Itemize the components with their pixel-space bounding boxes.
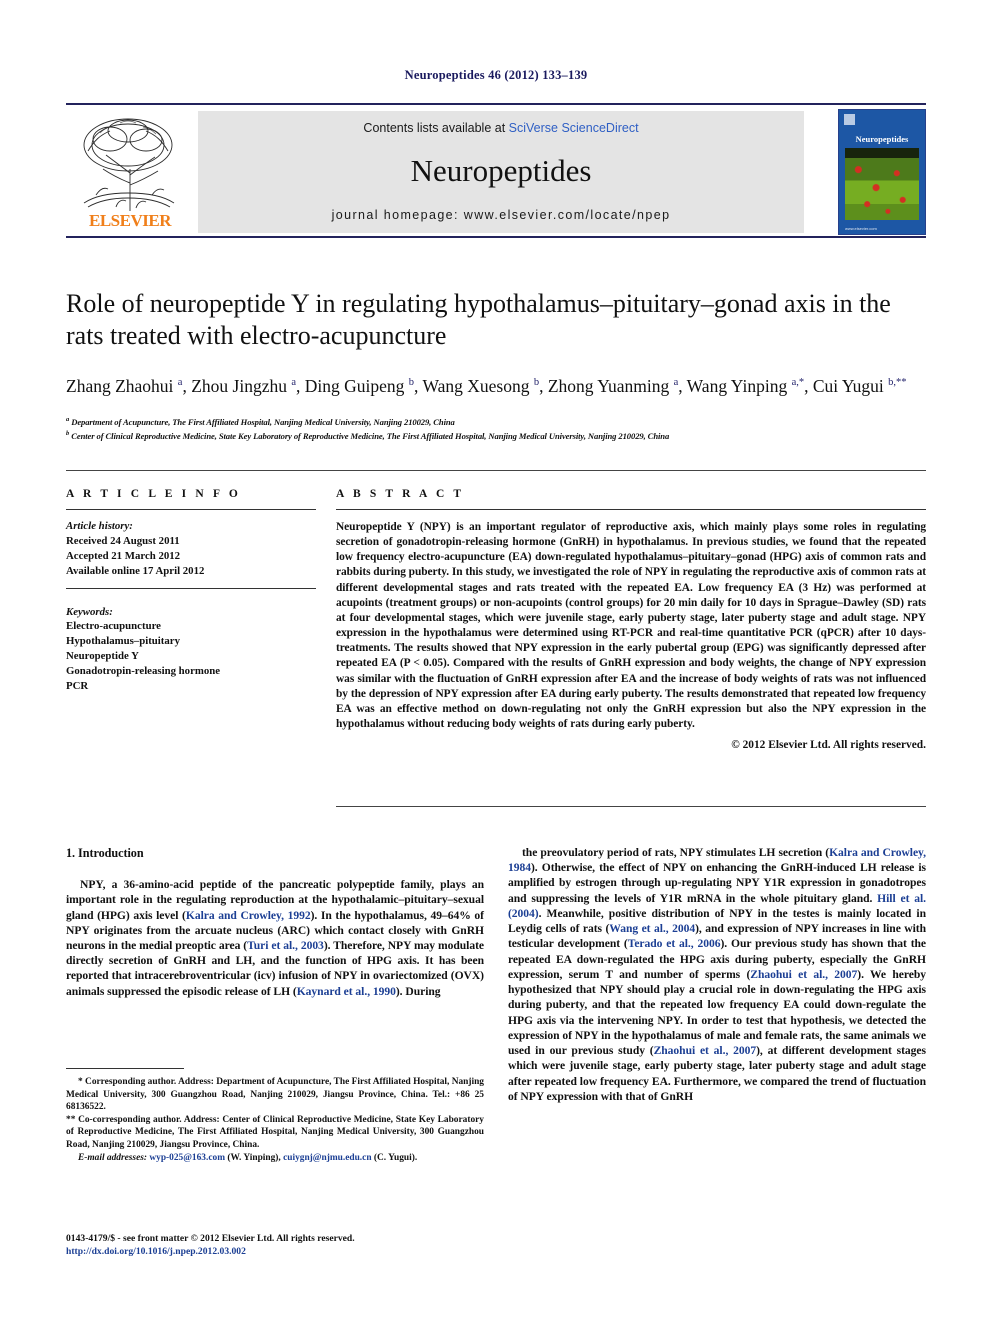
article-history-block: Article history: Received 24 August 2011… [66, 519, 316, 579]
abstract-text: Neuropeptide Y (NPY) is an important reg… [336, 521, 926, 731]
affiliation-a: a Department of Acupuncture, The First A… [66, 416, 455, 427]
footnote-block: * Corresponding author. Address: Departm… [66, 1068, 484, 1164]
abstract-copyright: © 2012 Elsevier Ltd. All rights reserved… [731, 739, 926, 752]
issn-line: 0143-4179/$ - see front matter © 2012 El… [66, 1233, 355, 1244]
elsevier-wordmark: ELSEVIER [89, 211, 171, 230]
body-column-left: 1. Introduction NPY, a 36-amino-acid pep… [66, 845, 484, 999]
abstract-column: A B S T R A C T Neuropeptide Y (NPY) is … [336, 488, 926, 751]
abstract-bottom-divider [336, 806, 926, 807]
received-date: Received 24 August 2011 [66, 534, 180, 547]
doi-link[interactable]: http://dx.doi.org/10.1016/j.npep.2012.03… [66, 1245, 496, 1258]
running-head: Neuropeptides 46 (2012) 133–139 [404, 68, 588, 82]
abstract-divider [336, 509, 926, 510]
footnote-corresponding-author: * Corresponding author. Address: Departm… [66, 1077, 484, 1113]
abstract-heading: A B S T R A C T [336, 488, 465, 500]
footnote-emails: E-mail addresses: wyp-025@163.com (W. Yi… [78, 1152, 418, 1163]
article-info-heading: A R T I C L E I N F O [66, 488, 241, 500]
header-divider [66, 470, 926, 471]
accepted-date: Accepted 21 March 2012 [66, 549, 181, 562]
keywords-block: Keywords: Electro-acupuncture Hypothalam… [66, 605, 316, 694]
affiliation-b: b Center of Clinical Reproductive Medici… [66, 430, 670, 441]
intro-paragraph-right: the preovulatory period of rats, NPY sti… [508, 846, 926, 1103]
email-link-primary[interactable]: wyp-025@163.com [149, 1153, 225, 1163]
contents-prefix: Contents lists available at [363, 121, 509, 135]
email-addresses-label: E-mail addresses: [78, 1152, 148, 1163]
sciencedirect-link[interactable]: SciVerse ScienceDirect [509, 121, 639, 135]
keyword-item: PCR [66, 680, 89, 693]
keyword-item: Neuropeptide Y [66, 650, 139, 663]
journal-masthead: ELSEVIER Contents lists available at Sci… [66, 103, 926, 238]
article-info-divider [66, 509, 316, 510]
cover-journal-name: Neuropeptides [855, 134, 909, 144]
section-heading-introduction: 1. Introduction [66, 846, 144, 860]
email-link-secondary[interactable]: cuiygnj@njmu.edu.cn [283, 1153, 371, 1163]
article-history-label: Article history: [66, 520, 133, 532]
journal-homepage-link[interactable]: journal homepage: www.elsevier.com/locat… [198, 208, 804, 222]
body-column-right: the preovulatory period of rats, NPY sti… [508, 845, 926, 1104]
journal-cover-thumbnail: Neuropeptides www.elsevier.com [838, 109, 926, 235]
email-owner-primary: (W. Yinping) [227, 1152, 279, 1163]
journal-band: Contents lists available at SciVerse Sci… [198, 111, 804, 233]
keyword-item: Gonadotropin-releasing hormone [66, 665, 221, 678]
cover-micrograph-image [845, 148, 919, 220]
keyword-item: Hypothalamus–pituitary [66, 635, 180, 648]
article-page: Neuropeptides 46 (2012) 133–139 ELSEVIER… [0, 0, 992, 1323]
footnote-cocorresponding-author: ** Co-corresponding author. Address: Cen… [66, 1114, 484, 1150]
footer-imprint: 0143-4179/$ - see front matter © 2012 El… [66, 1232, 496, 1259]
affiliation-b-text: Center of Clinical Reproductive Medicine… [71, 430, 670, 441]
affiliation-a-text: Department of Acupuncture, The First Aff… [71, 416, 455, 427]
intro-paragraph-left: NPY, a 36-amino-acid peptide of the panc… [66, 878, 484, 998]
keywords-label: Keywords: [66, 605, 113, 618]
article-info-column: A R T I C L E I N F O Article history: R… [66, 488, 316, 694]
available-online-date: Available online 17 April 2012 [66, 564, 205, 577]
cover-caption: www.elsevier.com [845, 226, 877, 231]
contents-available-line: Contents lists available at SciVerse Sci… [198, 121, 804, 135]
author-list: Zhang Zhaohui a, Zhou Jingzhu a, Ding Gu… [66, 376, 907, 396]
page-title: Role of neuropeptide Y in regulating hyp… [66, 289, 891, 350]
email-owner-secondary: (C. Yugui). [373, 1152, 418, 1163]
footnote-divider [66, 1068, 184, 1069]
keywords-divider [66, 587, 316, 589]
journal-title: Neuropeptides [410, 153, 592, 188]
elsevier-tree-logo: ELSEVIER [70, 111, 190, 233]
cover-corner-mark [844, 114, 855, 125]
keyword-item: Electro-acupuncture [66, 620, 161, 633]
